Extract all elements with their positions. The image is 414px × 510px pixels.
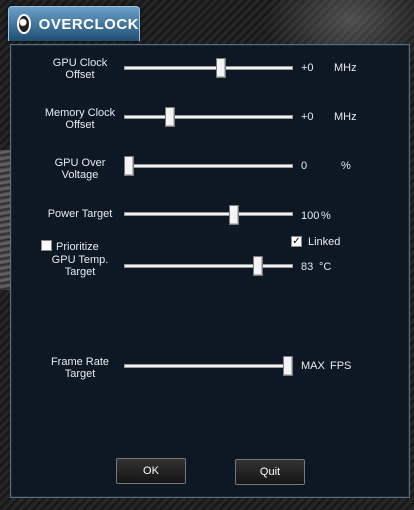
frame-rate-target-slider-thumb[interactable] [283,356,293,376]
ok-button[interactable]: OK [116,458,186,484]
gpu-clock-offset-value: +0 [301,62,314,74]
gpu-temp-target-slider-track[interactable] [124,264,293,268]
frame-rate-target-value: MAX [301,360,325,372]
memory-clock-offset-label: Memory Clock Offset [44,107,116,131]
frame-rate-target-label: Frame Rate Target [50,356,110,380]
gpu-clock-offset-slider-track[interactable] [124,66,293,70]
memory-clock-offset-value: +0 [301,111,314,123]
gpu-over-voltage-unit: % [341,160,351,172]
linked-label: Linked [308,236,341,248]
gpu-over-voltage-value: 0 [301,160,308,172]
power-target-slider-thumb[interactable] [228,205,239,225]
frame-rate-target-slider-track[interactable] [124,364,293,368]
power-target-unit: % [321,210,331,222]
gpu-clock-offset-slider-thumb[interactable] [216,58,227,78]
check-icon: ✓ [292,236,301,247]
gpu-temp-target-slider-thumb[interactable] [252,256,263,276]
power-target-slider-track[interactable] [124,212,293,216]
quit-button[interactable]: Quit [235,459,305,485]
memory-clock-offset-slider-track[interactable] [124,115,293,119]
gpu-over-voltage-slider-thumb[interactable] [124,156,134,176]
gpu-clock-offset-unit: MHz [334,62,357,74]
gpu-temp-target-unit: °C [319,261,332,273]
gpu-over-voltage-slider-track[interactable] [124,164,293,168]
frame-rate-target-unit: FPS [330,360,352,372]
power-target-value: 100 [301,210,320,222]
prioritize-label: Prioritize [56,241,99,253]
memory-clock-offset-slider-thumb[interactable] [165,107,176,127]
brand-logo-icon [17,14,31,34]
gpu-temp-target-label: GPU Temp. Target [51,254,109,278]
memory-clock-offset-unit: MHz [334,111,357,123]
linked-checkbox[interactable]: ✓ [291,236,302,247]
gpu-over-voltage-label: GPU Over Voltage [54,157,106,181]
overclock-tab: OVERCLOCK [8,6,140,41]
gpu-clock-offset-label: GPU Clock Offset [52,57,108,81]
page-title: OVERCLOCK [38,15,139,33]
gpu-temp-target-value: 83 [301,261,314,273]
overclock-panel: GPU Clock Offset +0 MHz Memory Clock Off… [10,44,410,498]
prioritize-gpu-temp-checkbox[interactable] [41,240,52,251]
power-target-label: Power Target [47,208,113,220]
